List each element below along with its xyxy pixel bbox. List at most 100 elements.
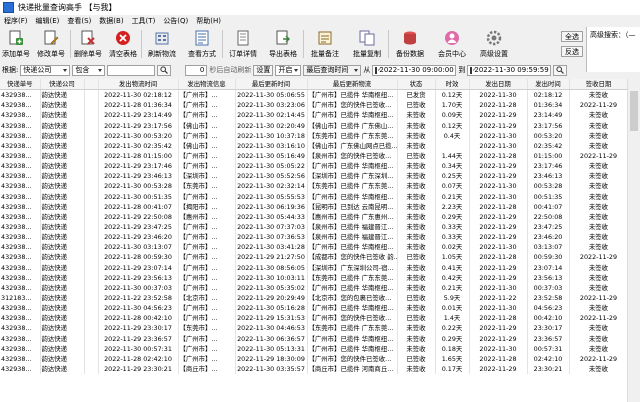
menu-help[interactable]: 帮助(H) <box>192 16 225 26</box>
batch-copy-button[interactable]: 批量复制 <box>346 27 388 61</box>
table-cell: 【广州市】您的快件已签收... <box>307 313 398 324</box>
table-row[interactable]: 432938... 韵达快递 2022-11-30 02:35:42 【佛山市】...… <box>0 140 629 151</box>
table-row[interactable]: 432938... 韵达快递 2022-11-28 01:15:00 【广州市】...… <box>0 150 629 162</box>
status-filter-select[interactable]: 开启 <box>275 64 302 76</box>
table-row[interactable]: 432938... 韵达快递 2022-11-29 23:30:21 【商丘市】...… <box>0 363 629 375</box>
column-header[interactable]: 快递公司 <box>40 79 85 91</box>
auto-refresh-seconds-input[interactable]: 0 <box>185 64 208 76</box>
table-cell <box>84 171 99 182</box>
filter-value-input[interactable] <box>107 64 156 76</box>
table-cell: 0.01天 <box>435 303 470 314</box>
table-cell: 2022-11-30 <box>469 140 528 151</box>
table-cell: 韵达快递 <box>40 110 85 121</box>
table-row[interactable]: 432938... 韵达快递 2022-11-30 00:57:31 【广州市】...… <box>0 343 629 354</box>
table-row[interactable]: 432938... 韵达快递 2022-11-29 23:36:57 【广州市】...… <box>0 333 629 344</box>
column-header[interactable]: 发出物流时间 <box>98 79 179 91</box>
table-row[interactable]: 432938... 韵达快递 2022-11-29 23:30:17 【东莞市】...… <box>0 323 629 334</box>
table-row[interactable]: 432938... 韵达快递 2022-11-29 23:17:56 【佛山市】...… <box>0 120 629 131</box>
vertical-scrollbar[interactable] <box>627 79 640 402</box>
menu-program[interactable]: 程序(F) <box>0 16 32 26</box>
menu-data[interactable]: 数据(B) <box>95 16 127 26</box>
column-header[interactable]: 快递单号 <box>0 79 41 91</box>
table-row[interactable]: 432938... 韵达快递 2022-11-29 23:46:13 【深圳市】...… <box>0 171 629 182</box>
edit-waybill-button[interactable]: 修改单号 <box>32 27 70 61</box>
table-row[interactable]: 432938... 韵达快递 2022-11-29 23:14:49 【广州市】...… <box>0 110 629 121</box>
to-datetime-input[interactable]: ✓ 2022-11-30 09:59:59 <box>467 64 552 76</box>
column-header[interactable]: 签收日期 <box>569 79 629 91</box>
table-cell: 432938... <box>0 333 41 344</box>
table-row[interactable]: 432938... 韵达快递 2022-11-29 23:17:46 【广州市】...… <box>0 161 629 172</box>
table-cell: 2022-11-29 <box>469 120 528 131</box>
table-row[interactable]: 432938... 韵达快递 2022-11-30 02:18:12 【广州市】...… <box>0 89 629 101</box>
advanced-settings-button[interactable]: 高级设置 <box>473 27 515 61</box>
menu-edit[interactable]: 编辑(E) <box>32 16 64 26</box>
table-row[interactable]: 432938... 韵达快递 2022-11-30 00:53:20 【广州市】...… <box>0 130 629 141</box>
table-row[interactable]: 432938... 韵达快递 2022-11-30 03:13:07 【广州市】...… <box>0 242 629 253</box>
to-checkbox[interactable]: ✓ <box>470 66 477 74</box>
filter-search-button[interactable] <box>157 64 172 76</box>
table-row[interactable]: 432938... 韵达快递 2022-11-30 00:53:28 【东莞市】...… <box>0 181 629 192</box>
table-row[interactable]: 432938... 韵达快递 2022-11-29 23:46:20 【广州市】...… <box>0 232 629 243</box>
column-header[interactable]: 发出物流信息 <box>178 79 236 91</box>
order-detail-button[interactable]: 订单详情 <box>223 27 263 61</box>
column-header[interactable] <box>84 79 99 91</box>
table-row[interactable]: 432938... 韵达快递 2022-11-28 02:42:10 【广州市】...… <box>0 353 629 364</box>
table-row[interactable]: 432938... 韵达快递 2022-11-28 00:41:07 【揭阳市】...… <box>0 201 629 212</box>
table-row[interactable]: 432938... 韵达快递 2022-11-28 01:36:34 【广州市】...… <box>0 100 629 111</box>
table-row[interactable]: 432938... 韵达快递 2022-11-30 00:37:03 【广州市】...… <box>0 282 629 293</box>
table-cell: 432938... <box>0 191 41 202</box>
filter-field-select[interactable]: 快递公司 <box>20 64 71 76</box>
table-cell <box>84 313 99 324</box>
table-cell: 2022-11-30 <box>469 303 528 314</box>
time-field-select[interactable]: 最后查询时间 <box>303 64 362 76</box>
table-row[interactable]: 432938... 韵达快递 2022-11-28 00:59:30 【广州市】...… <box>0 252 629 263</box>
table-cell: 2022-11-30 00:57:31 <box>98 343 179 354</box>
table-row[interactable]: 432938... 韵达快递 2022-11-29 22:50:08 【惠州市】...… <box>0 211 629 222</box>
table-cell: 2022-11-30 03:41:28 <box>235 242 308 253</box>
table-row[interactable]: 432938... 韵达快递 2022-11-28 00:42:10 【广州市】...… <box>0 313 629 324</box>
from-checkbox[interactable]: ✓ <box>375 66 382 74</box>
table-row[interactable]: 432938... 韵达快递 2022-11-29 23:07:14 【广州市】...… <box>0 262 629 273</box>
date-search-button[interactable] <box>553 64 568 76</box>
add-waybill-button[interactable]: 添加单号 <box>0 27 32 61</box>
column-header[interactable]: 发出时间 <box>527 79 570 91</box>
table-cell: 0.33天 <box>435 232 470 243</box>
table-row[interactable]: 432938... 韵达快递 2022-11-29 23:56:13 【广州市】...… <box>0 272 629 283</box>
scrollbar-thumb[interactable] <box>630 91 638 131</box>
select-all-button[interactable]: 全选 <box>561 31 583 42</box>
column-header[interactable]: 最后更新时间 <box>235 79 308 91</box>
table-row[interactable]: 432938... 韵达快递 2022-11-30 04:56:23 【广州市】...… <box>0 303 629 314</box>
table-cell: 1.65天 <box>435 353 470 364</box>
table-cell: 432938... <box>0 181 41 192</box>
table-row[interactable]: 432938... 韵达快递 2022-11-30 00:51:35 【广州市】...… <box>0 191 629 202</box>
menu-tools[interactable]: 工具(T) <box>128 16 160 26</box>
invert-selection-button[interactable]: 反选 <box>561 46 583 57</box>
clear-table-button[interactable]: 清空表格 <box>105 27 141 61</box>
table-row[interactable]: 432938... 韵达快递 2022-11-29 23:47:25 【广州市】...… <box>0 221 629 233</box>
table-cell: 2022-11-29 23:07:14 <box>98 262 179 273</box>
table-cell: 0.42天 <box>435 272 470 283</box>
view-mode-button[interactable]: 查看方式 <box>182 27 222 61</box>
table-cell: 【北京市】您的包裹已签收... <box>307 292 398 304</box>
menu-view[interactable]: 查看(S) <box>63 16 95 26</box>
member-center-button[interactable]: 会员中心 <box>431 27 473 61</box>
table-cell: 2022-11-30 07:37:03 <box>235 221 308 233</box>
column-header[interactable]: 时效 <box>435 79 470 91</box>
table-cell: 2022-11-30 02:35:42 <box>98 140 179 151</box>
table-row[interactable]: 312183... 韵达快递 2022-11-22 23:52:58 【北京市】...… <box>0 292 629 304</box>
refresh-logistics-button[interactable]: 刷新物流 <box>142 27 182 61</box>
menu-notice[interactable]: 公告(Q) <box>159 16 192 26</box>
column-header[interactable]: 最后更新物流 <box>307 79 398 91</box>
auto-refresh-settings-button[interactable]: 设置 <box>253 64 274 76</box>
column-header[interactable]: 发出日期 <box>469 79 528 91</box>
delete-waybill-button[interactable]: 删除单号 <box>71 27 105 61</box>
batch-note-button[interactable]: 批量备注 <box>304 27 346 61</box>
filter-operator-select[interactable]: 包含 <box>72 64 106 76</box>
table-cell: 韵达快递 <box>40 363 85 375</box>
table-cell: 2022-11-29 <box>469 333 528 344</box>
column-header[interactable]: 状态 <box>397 79 436 91</box>
backup-data-button[interactable]: 备份数据 <box>389 27 431 61</box>
table-cell: 2022-11-30 <box>469 181 528 192</box>
export-table-button[interactable]: 导出表格 <box>263 27 303 61</box>
from-datetime-input[interactable]: ✓ 2022-11-30 09:00:00 <box>372 64 457 76</box>
